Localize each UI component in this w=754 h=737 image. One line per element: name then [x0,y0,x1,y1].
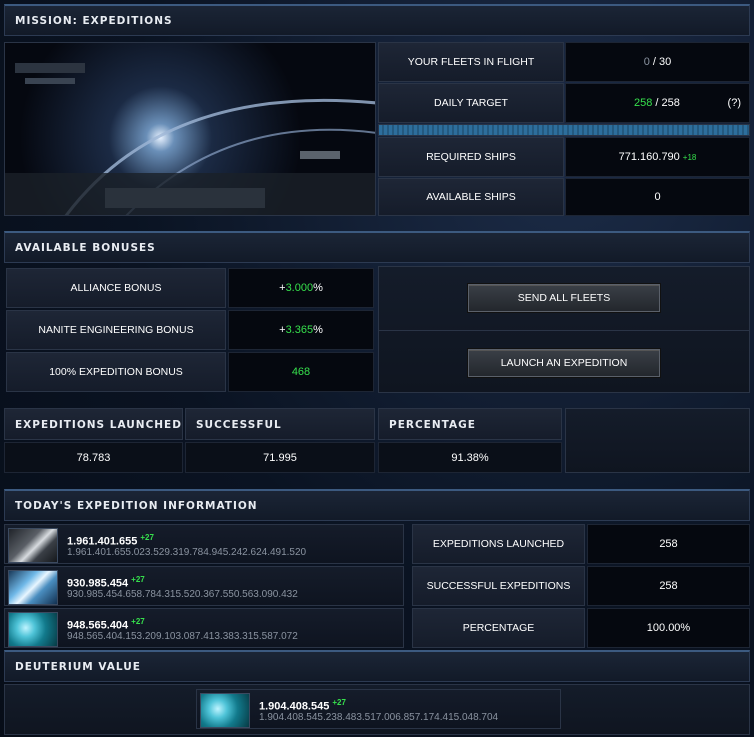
metal-value-line: 1.961.401.655 +27 [67,533,154,548]
expedition100-bonus-value-cell: 468 [228,352,374,392]
fleets-in-flight-value: 0 / 30 [565,42,750,82]
crystal-icon [8,570,58,605]
deuterium-total-value: 1.904.408.545 [259,700,330,713]
today-title: TODAY'S EXPEDITION INFORMATION [15,500,258,512]
deuterium-value: 948.565.404 [67,619,129,632]
deuterium-value-header: DEUTERIUM VALUE [4,650,750,682]
daily-target-progress-fill [379,125,749,135]
daily-target-progress-bar [378,124,750,136]
alliance-bonus-value: 3.000 [285,282,314,294]
required-ships-value-cell: 771.160.790 +18 [565,137,750,177]
successful-expeditions-value: 71.995 [185,442,375,473]
percentage-header: PERCENTAGE [378,408,562,440]
deuterium-total-line: 1.904.408.545 +27 [259,698,346,713]
alliance-bonus-label: ALLIANCE BONUS [6,268,226,308]
fleets-in-flight-current: 0 [643,56,650,68]
mission-header: MISSION: EXPEDITIONS [4,4,750,36]
metal-row: 1.961.401.655 +27 1.961.401.655.023.529.3… [4,524,404,564]
nanite-bonus-value: 3.365 [285,324,314,336]
alliance-bonus-suffix: % [313,282,323,294]
daily-target-label: DAILY TARGET [378,83,564,123]
daily-target-value: 258 / 258 (?) [565,83,750,123]
banner-art [5,63,375,215]
deuterium-row: 948.565.404 +27 948.565.404.153.209.103.0… [4,608,404,648]
today-launched-label: EXPEDITIONS LAUNCHED [412,524,585,564]
daily-target-max: / 258 [655,97,680,109]
metal-full-value: 1.961.401.655.023.529.319.784.945.242.62… [67,547,307,558]
deuterium-total-delta: +27 [332,698,346,707]
metal-icon [8,528,58,563]
crystal-row: 930.985.454 +27 930.985.454.658.784.315.5… [4,566,404,606]
today-percentage-label: PERCENTAGE [412,608,585,648]
expeditions-launched-value: 78.783 [4,442,183,473]
deuterium-total-full: 1.904.408.545.238.483.517.006.857.174.41… [259,712,499,723]
nanite-bonus-label: NANITE ENGINEERING BONUS [6,310,226,350]
today-header: TODAY'S EXPEDITION INFORMATION [4,489,750,521]
actions-divider [379,330,749,331]
percentage-value: 91.38% [378,442,562,473]
crystal-full-value: 930.985.454.658.784.315.520.367.550.563.… [67,589,298,600]
available-ships-value: 0 [565,178,750,216]
expeditions-launched-header: EXPEDITIONS LAUNCHED [4,408,183,440]
crystal-value-line: 930.985.454 +27 [67,575,145,590]
required-ships-delta: +18 [682,152,697,162]
alliance-bonus-value-cell: + 3.000% [228,268,374,308]
daily-target-current: 258 [634,97,653,109]
today-successful-value: 258 [587,566,750,606]
send-all-fleets-button[interactable]: SEND ALL FLEETS [468,284,660,312]
crystal-delta: +27 [131,575,145,584]
nanite-bonus-suffix: % [313,324,323,336]
fleets-in-flight-max: / 30 [652,56,672,68]
metal-delta: +27 [140,533,154,542]
crystal-value: 930.985.454 [67,577,129,590]
bonuses-header: AVAILABLE BONUSES [4,231,750,263]
required-ships-value: 771.160.790 [618,151,680,163]
deuterium-value-row: 1.904.408.545 +27 1.904.408.545.238.483.5… [196,689,561,729]
deuterium-value-icon [200,693,250,728]
mission-title: MISSION: EXPEDITIONS [15,15,173,27]
deuterium-delta: +27 [131,617,145,626]
bonuses-title: AVAILABLE BONUSES [15,242,156,254]
stats-empty-cell [565,408,750,473]
successful-expeditions-header: SUCCESSFUL EXPEDITIONS [185,408,375,463]
deuterium-value-title: DEUTERIUM VALUE [15,661,141,673]
today-launched-value: 258 [587,524,750,564]
expedition100-bonus-label: 100% EXPEDITION BONUS [6,352,226,392]
expedition-banner-image [4,42,376,216]
deuterium-full-value: 948.565.404.153.209.103.087.413.383.315.… [67,631,298,642]
fleets-in-flight-label: YOUR FLEETS IN FLIGHT [378,42,564,82]
today-successful-label: SUCCESSFUL EXPEDITIONS [412,566,585,606]
metal-value: 1.961.401.655 [67,535,138,548]
deuterium-value-line: 948.565.404 +27 [67,617,145,632]
available-ships-label: AVAILABLE SHIPS [378,178,564,216]
today-percentage-value: 100.00% [587,608,750,648]
deuterium-icon [8,612,58,647]
nanite-bonus-value-cell: + 3.365% [228,310,374,350]
launch-expedition-button[interactable]: LAUNCH AN EXPEDITION [468,349,660,377]
required-ships-label: REQUIRED SHIPS [378,137,564,177]
daily-target-help-icon[interactable]: (?) [728,97,741,109]
expedition100-bonus-value: 468 [291,366,311,378]
